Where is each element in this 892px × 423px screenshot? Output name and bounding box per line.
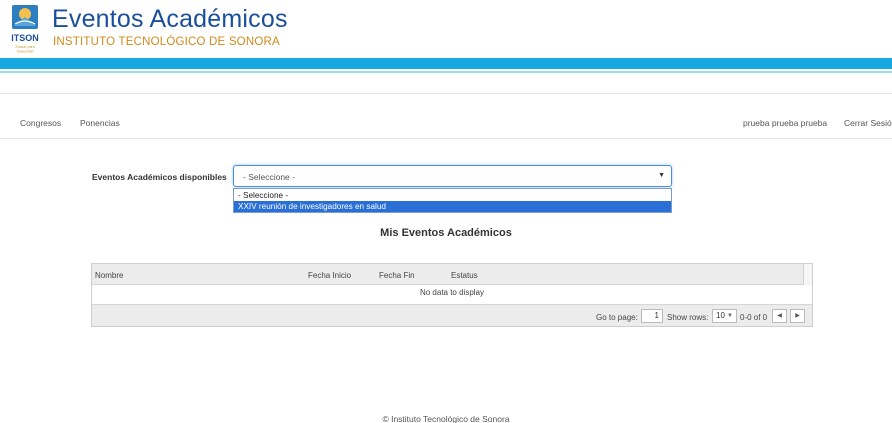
my-events-grid: Nombre Fecha Inicio Fecha Fin Estatus No…	[91, 263, 813, 327]
pager-range: 0-0 of 0	[740, 313, 768, 322]
prev-page-button[interactable]: ◀	[772, 309, 787, 323]
svg-text:Educar para: Educar para	[15, 45, 34, 49]
main-nav: Congresos Ponencias prueba prueba prueba…	[0, 93, 892, 139]
nav-logout[interactable]: Cerrar Sesión	[844, 118, 892, 128]
grid-pager: Go to page: 1 Show rows: 10 ▼ 0-0 of 0 ◀…	[92, 304, 812, 326]
column-header-estatus[interactable]: Estatus	[451, 271, 478, 280]
chevron-right-icon: ▶	[795, 313, 800, 319]
institution-name: INSTITUTO TECNOLÓGICO DE SONORA	[53, 36, 280, 48]
chevron-down-icon: ▼	[727, 313, 733, 319]
chevron-down-icon: ▼	[658, 172, 665, 179]
events-select-value: - Seleccione -	[243, 172, 295, 182]
page-footer: © Instituto Tecnológico de Sonora	[382, 414, 510, 423]
dropdown-option[interactable]: - Seleccione -	[234, 190, 671, 201]
app-title: Eventos Académicos	[52, 5, 288, 33]
rows-per-page-value: 10	[716, 311, 725, 320]
chevron-left-icon: ◀	[777, 313, 782, 319]
dropdown-option-highlighted[interactable]: XXIV reunión de investigadores en salud	[234, 201, 671, 212]
column-header-nombre[interactable]: Nombre	[95, 271, 123, 280]
next-page-button[interactable]: ▶	[790, 309, 805, 323]
rows-per-page-select[interactable]: 10 ▼	[712, 309, 737, 323]
page-number-input[interactable]: 1	[641, 309, 663, 323]
header-accent-bar	[0, 58, 892, 69]
column-header-fecha-inicio[interactable]: Fecha Inicio	[308, 271, 351, 280]
go-to-page-label: Go to page:	[596, 313, 638, 322]
grid-header: Nombre Fecha Inicio Fecha Fin Estatus	[92, 264, 812, 285]
events-dropdown-list: - Seleccione - XXIV reunión de investiga…	[233, 188, 672, 213]
svg-text:ITSON: ITSON	[11, 33, 39, 43]
grid-empty-message: No data to display	[419, 288, 485, 297]
grid-scrollbar[interactable]	[803, 264, 812, 285]
itson-logo[interactable]: ITSON Educar para Trascender	[6, 4, 44, 56]
nav-congresos[interactable]: Congresos	[20, 118, 61, 128]
itson-logo-icon: ITSON Educar para Trascender	[11, 5, 39, 54]
svg-text:Trascender: Trascender	[16, 50, 34, 54]
my-events-title: Mis Eventos Académicos	[380, 227, 512, 239]
column-header-fecha-fin[interactable]: Fecha Fin	[379, 271, 415, 280]
header: ITSON Educar para Trascender Eventos Aca…	[0, 0, 892, 58]
nav-user-name[interactable]: prueba prueba prueba	[743, 118, 827, 128]
header-accent-line	[0, 71, 892, 73]
show-rows-label: Show rows:	[667, 313, 709, 322]
nav-ponencias[interactable]: Ponencias	[80, 118, 120, 128]
events-select-label: Eventos Académicos disponibles	[92, 172, 227, 182]
events-select[interactable]: - Seleccione - ▼	[233, 165, 672, 187]
